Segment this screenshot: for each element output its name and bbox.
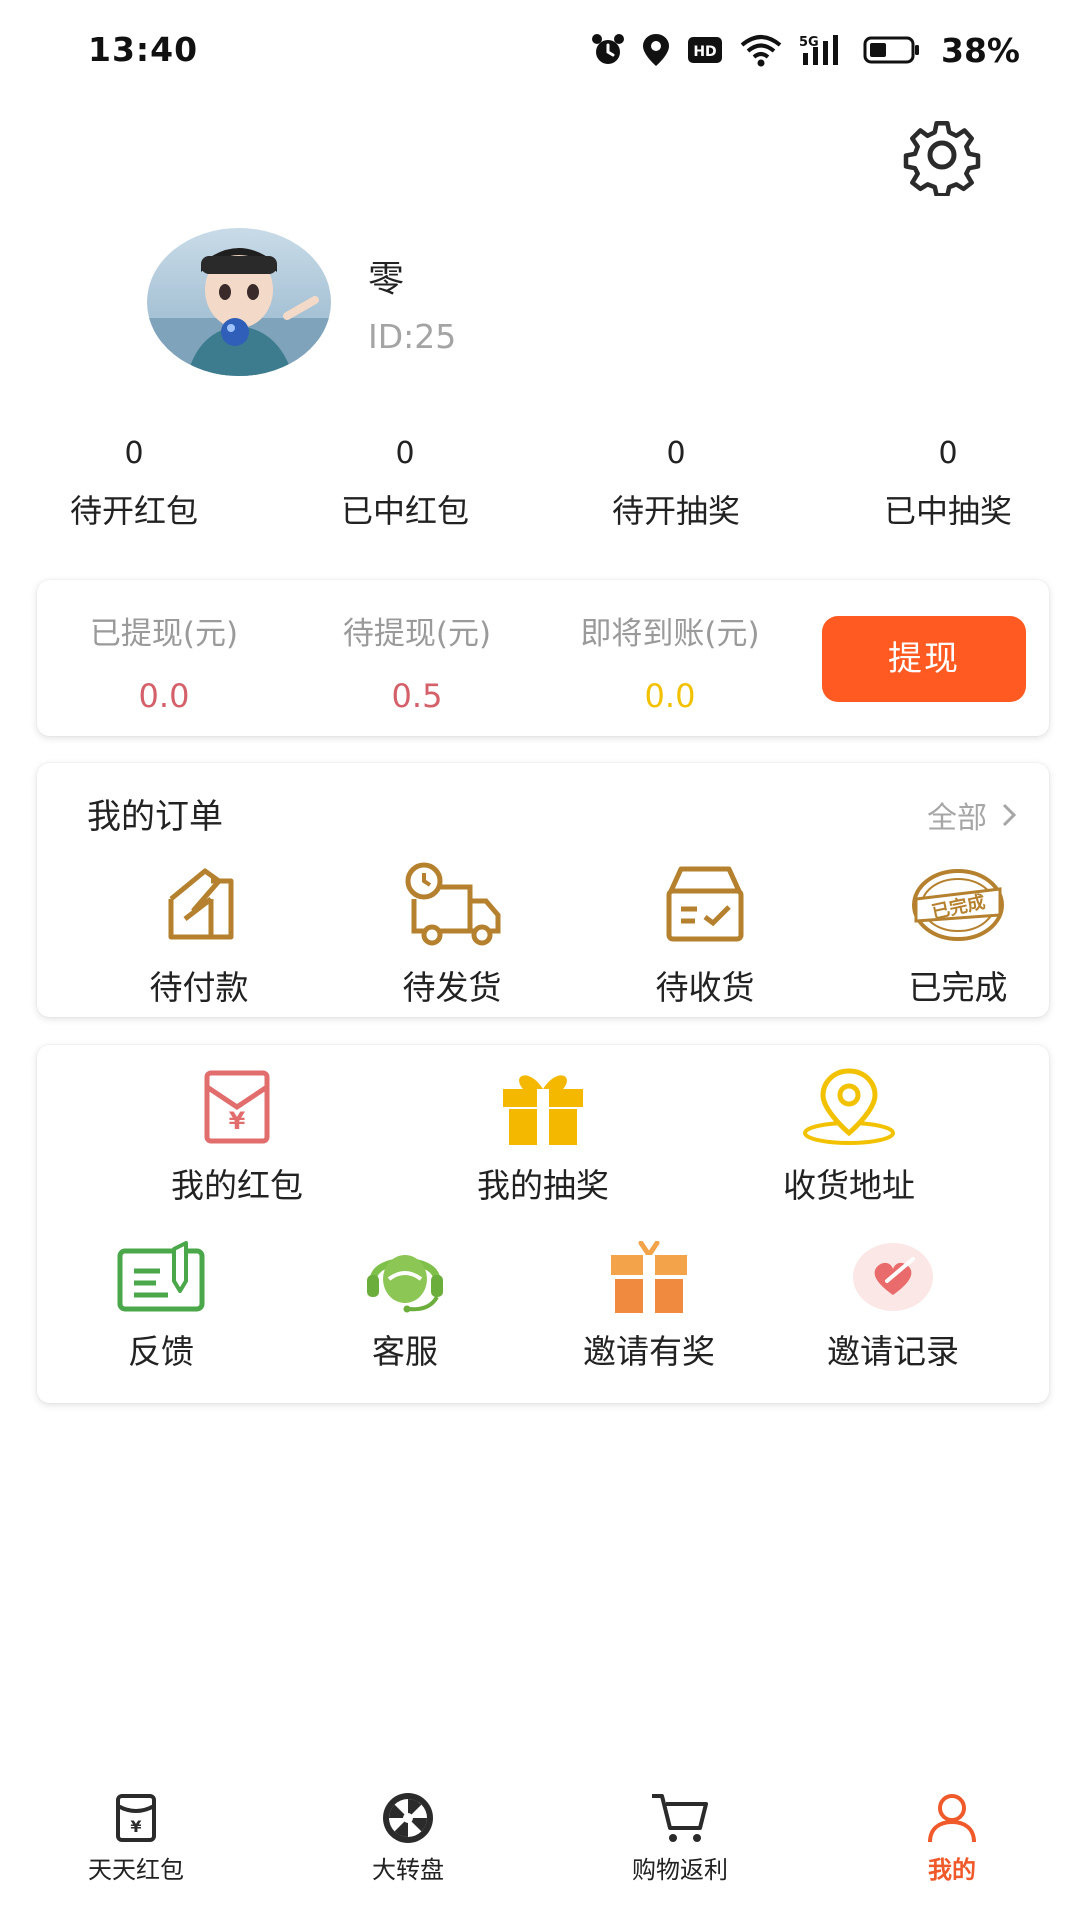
gift-icon <box>503 1075 583 1145</box>
withdrawn-label: 已提现(元) <box>89 616 239 652</box>
invite-record-icon <box>853 1243 933 1311</box>
location-icon <box>643 34 669 66</box>
stat-won-lottery[interactable]: 0 已中抽奖 <box>838 432 1058 532</box>
gear-icon <box>903 120 981 198</box>
pending-label: 待提现(元) <box>342 616 492 652</box>
bottom-nav: ¥ 天天红包 大转盘 购物返利 我的 <box>0 1790 1080 1920</box>
stat-count: 0 <box>395 436 415 471</box>
order-pending-receipt[interactable]: 待收货 <box>595 859 815 1009</box>
status-bar: 13:40 HD 5G 38% <box>0 0 1080 100</box>
stat-count: 0 <box>938 436 958 471</box>
status-time: 13:40 <box>88 30 199 69</box>
completed-stamp-icon: 已完成 <box>912 869 1004 941</box>
profile-page: 13:40 HD 5G 38% 零 ID:25 0 待开红包 0 已中红包 0 … <box>0 0 1080 1920</box>
orders-title: 我的订单 <box>87 797 223 837</box>
wifi-icon <box>740 35 782 67</box>
customer-service-icon <box>367 1255 443 1313</box>
withdrawn-value: 0.0 <box>138 677 190 715</box>
stat-pending-redpacket[interactable]: 0 待开红包 <box>24 432 244 532</box>
tool-label: 客服 <box>372 1332 438 1371</box>
user-id: ID:25 <box>368 317 457 356</box>
stat-count: 0 <box>666 436 686 471</box>
orders-all-label: 全部 <box>927 801 987 836</box>
order-pending-shipment[interactable]: 待发货 <box>342 859 562 1009</box>
stat-won-redpacket[interactable]: 0 已中红包 <box>295 432 515 532</box>
order-label: 已完成 <box>908 968 1008 1007</box>
withdrawn-amount: 已提现(元) 0.0 <box>49 608 279 715</box>
nickname: 零 <box>368 259 405 300</box>
avatar-image <box>147 228 331 376</box>
wallet-icon <box>168 868 234 940</box>
tool-label: 我的抽奖 <box>477 1166 609 1205</box>
tool-my-lottery[interactable]: 我的抽奖 <box>413 1067 673 1207</box>
svg-text:¥: ¥ <box>130 1817 141 1836</box>
tools-card: ¥ 我的红包 我的抽奖 收货地址 反馈 客服 邀请有奖 邀请记录 <box>37 1045 1049 1403</box>
tab-big-wheel[interactable]: 大转盘 <box>298 1790 518 1885</box>
tool-label: 我的红包 <box>171 1166 303 1205</box>
invite-gift-icon <box>611 1241 687 1313</box>
pending-amount: 待提现(元) 0.5 <box>302 608 532 715</box>
stat-count: 0 <box>124 436 144 471</box>
tool-invite-record[interactable]: 邀请记录 <box>783 1241 1003 1373</box>
red-envelope-icon: ¥ <box>204 1070 270 1144</box>
tool-label: 收货地址 <box>783 1166 915 1205</box>
stat-pending-lottery[interactable]: 0 待开抽奖 <box>566 432 786 532</box>
withdraw-button[interactable]: 提现 <box>822 616 1026 702</box>
tab-shopping-rebate[interactable]: 购物返利 <box>570 1790 790 1885</box>
signal-icon: 5G <box>799 35 838 65</box>
feedback-icon <box>117 1241 205 1312</box>
hd-icon: HD <box>688 37 722 63</box>
pending-value: 0.5 <box>391 677 443 715</box>
tab-daily-redpacket[interactable]: ¥ 天天红包 <box>26 1790 246 1885</box>
battery-percent: 38% <box>941 30 1020 70</box>
stat-label: 已中红包 <box>340 492 469 530</box>
tool-my-redpacket[interactable]: ¥ 我的红包 <box>107 1067 367 1207</box>
tab-mine[interactable]: 我的 <box>842 1790 1062 1885</box>
orders-all-link[interactable]: 全部 <box>927 793 1017 837</box>
tool-shipping-address[interactable]: 收货地址 <box>719 1067 979 1207</box>
cart-icon <box>652 1794 708 1842</box>
avatar[interactable] <box>147 228 331 376</box>
tab-label: 天天红包 <box>88 1856 184 1884</box>
tool-label: 邀请记录 <box>827 1332 959 1371</box>
tab-label: 购物返利 <box>632 1856 728 1884</box>
tab-label: 大转盘 <box>372 1856 444 1884</box>
settings-button[interactable] <box>902 116 982 198</box>
battery-icon <box>863 36 919 64</box>
stat-label: 待开红包 <box>69 492 198 530</box>
orders-card: 我的订单 全部 待付款 待发货 待收货 已完成 已完成 <box>37 763 1049 1017</box>
stats-row: 0 待开红包 0 已中红包 0 待开抽奖 0 已中抽奖 <box>0 432 1080 542</box>
tool-label: 反馈 <box>128 1332 194 1371</box>
tool-feedback[interactable]: 反馈 <box>51 1241 271 1373</box>
red-envelope-tab-icon: ¥ <box>116 1794 156 1842</box>
inbox-icon <box>666 866 744 942</box>
chevron-right-icon <box>1002 803 1017 827</box>
svg-text:HD: HD <box>693 44 716 60</box>
arriving-amount: 即将到账(元) 0.0 <box>555 608 785 715</box>
location-pin-icon <box>803 1068 895 1145</box>
order-pending-payment[interactable]: 待付款 <box>89 859 309 1009</box>
order-label: 待收货 <box>655 968 755 1007</box>
tab-label: 我的 <box>928 1856 976 1884</box>
arriving-label: 即将到账(元) <box>580 616 760 652</box>
wheel-icon <box>383 1793 433 1843</box>
svg-text:¥: ¥ <box>229 1107 246 1135</box>
order-label: 待付款 <box>149 968 249 1007</box>
wallet-card: 已提现(元) 0.0 待提现(元) 0.5 即将到账(元) 0.0 提现 <box>37 580 1049 736</box>
delivery-truck-icon <box>405 862 501 946</box>
order-completed[interactable]: 已完成 已完成 <box>848 859 1068 1009</box>
tool-label: 邀请有奖 <box>583 1332 715 1371</box>
tool-customer-service[interactable]: 客服 <box>295 1241 515 1373</box>
status-icons: HD 5G 38% <box>591 30 1020 70</box>
stat-label: 已中抽奖 <box>883 492 1012 530</box>
arriving-value: 0.0 <box>644 677 696 715</box>
tool-invite-reward[interactable]: 邀请有奖 <box>539 1241 759 1373</box>
stat-label: 待开抽奖 <box>611 492 740 530</box>
user-icon <box>928 1794 976 1843</box>
alarm-icon <box>592 34 624 64</box>
order-label: 待发货 <box>402 968 502 1007</box>
